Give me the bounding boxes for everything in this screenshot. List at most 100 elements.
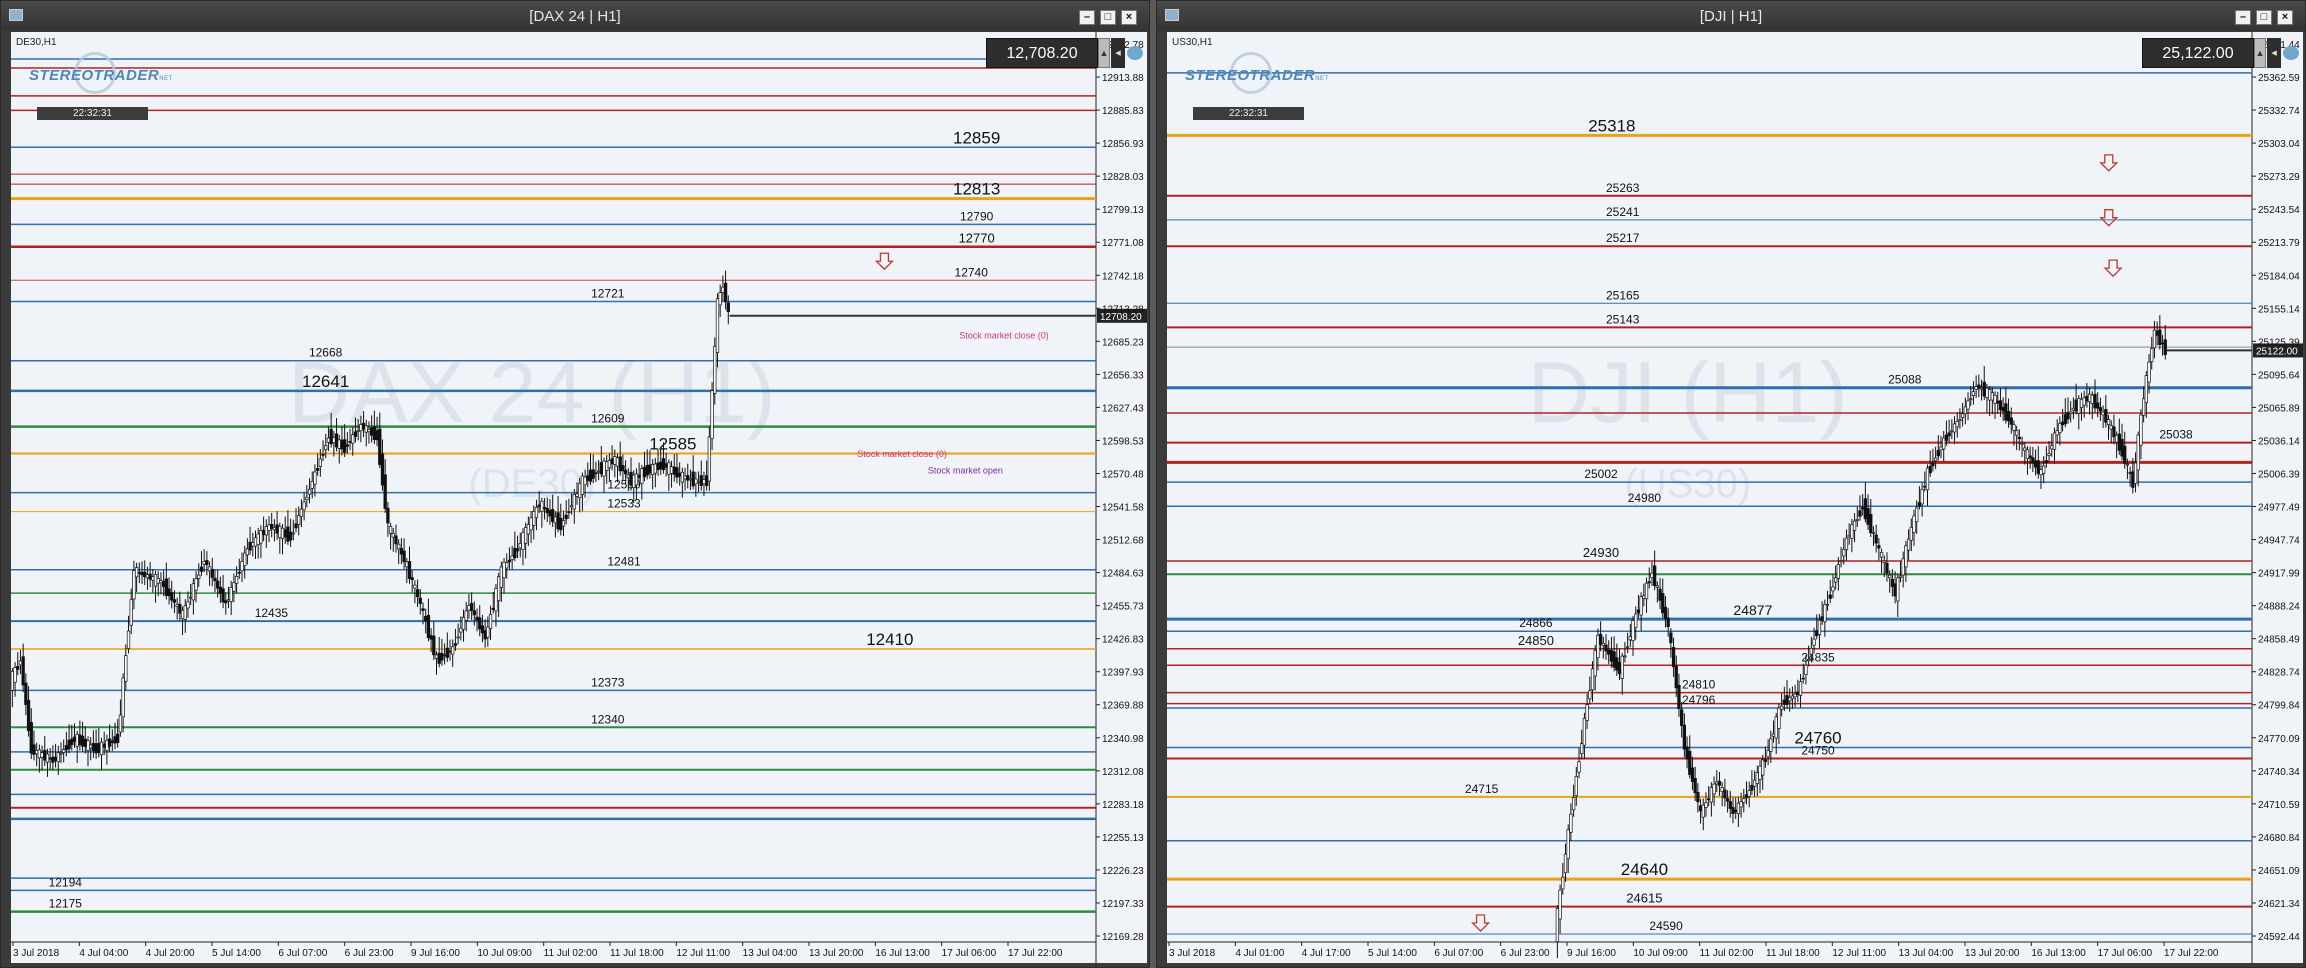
dji-chart-area[interactable]: DJI (H1) (US30) 25318 25263 25241 25217 25165 2… [1167, 32, 2303, 963]
level-label: 25318 [1588, 116, 1635, 135]
candle-body [407, 561, 412, 579]
candle-body [445, 647, 449, 658]
price-spinner[interactable]: ▲ [2254, 38, 2266, 68]
candle-body [80, 735, 85, 747]
candle-body [2012, 424, 2016, 431]
candle-body [2096, 402, 2100, 409]
close-button[interactable]: × [1121, 10, 1137, 25]
y-tick-label: 12656.33 [1102, 370, 1144, 381]
candle-body [64, 745, 69, 751]
candle-body [194, 578, 198, 591]
candle-body [321, 454, 325, 456]
dji-title-bar[interactable]: [DJI | H1] – □ × [1157, 1, 2305, 31]
dax-chart-svg[interactable]: DAX 24 (H1)(DE30)12859128131279012770127… [11, 32, 1147, 963]
candle-body [1852, 520, 1857, 531]
candle-body [45, 753, 50, 763]
candle-body [2101, 411, 2105, 416]
candle-body [2077, 398, 2081, 414]
dji-chart-window[interactable]: [DJI | H1] – □ × DJI (H1) (US30) 25318 2526… [1156, 0, 2306, 968]
candle-body [1915, 507, 1919, 523]
candle-body [599, 462, 603, 475]
candle-body [161, 580, 166, 588]
close-button[interactable]: × [2277, 10, 2293, 25]
dax-chart-window[interactable]: [DAX 24 | H1] – □ × DAX 24 (H1) (DE30) 128… [0, 0, 1150, 968]
minimize-button[interactable]: – [1079, 10, 1095, 25]
candle-body [613, 456, 617, 465]
candle-body [297, 515, 301, 525]
candle-body [575, 493, 579, 497]
level-label: 12790 [960, 209, 994, 223]
candle-body [1712, 783, 1716, 795]
level-label: 24980 [1628, 491, 1662, 505]
candle-body [1747, 790, 1751, 797]
stereotrader-logo: STEREOTRADERNET [29, 52, 189, 100]
level-label: 24750 [1801, 743, 1835, 757]
level-label: 25038 [2159, 428, 2193, 442]
candle-body [1850, 524, 1854, 539]
candle-body [361, 422, 366, 430]
candle-body [1844, 537, 1849, 551]
candle-body [1655, 585, 1659, 588]
logo-text: STEREOTRADER [29, 67, 160, 84]
candle-body [529, 517, 533, 531]
minimize-button[interactable]: – [2235, 10, 2251, 25]
collapse-arrow-icon[interactable]: ◂ [2267, 38, 2281, 68]
candle-body [2052, 432, 2057, 450]
dji-clock: 22:32:31 [1193, 107, 1304, 120]
dax-clock: 22:32:31 [37, 107, 148, 120]
candle-body [1836, 564, 1841, 579]
candle-body [559, 517, 563, 531]
level-label: 12175 [49, 897, 83, 911]
maximize-button[interactable]: □ [1100, 10, 1116, 25]
candle-body [1596, 635, 1600, 659]
dax-chart-area[interactable]: DAX 24 (H1) (DE30) 12859 12813 12790 12770 127… [11, 32, 1147, 963]
x-tick-label: 4 Jul 20:00 [146, 948, 195, 959]
candle-body [672, 466, 676, 475]
y-tick-label: 25065.89 [2258, 403, 2300, 414]
candle-body [183, 605, 187, 620]
candle-body [397, 543, 401, 550]
candle-body [532, 511, 536, 526]
candle-body [1561, 876, 1565, 890]
candle-body [2060, 421, 2065, 426]
x-tick-label: 6 Jul 23:00 [1501, 948, 1550, 959]
candle-body [35, 750, 39, 755]
dji-chart-svg[interactable]: DJI (H1)(US30)25318252632524125217251652… [1167, 32, 2303, 963]
candle-body [1717, 780, 1722, 786]
candle-body [2017, 436, 2022, 440]
candle-body [1690, 767, 1695, 782]
candle-body [40, 752, 44, 758]
candle-body [1617, 662, 1622, 675]
candle-body [391, 533, 395, 538]
eye-icon[interactable] [1127, 46, 1143, 60]
candle-body [2144, 375, 2148, 404]
candle-body [2136, 434, 2140, 471]
collapse-arrow-icon[interactable]: ◂ [1111, 38, 1125, 68]
candle-body [32, 744, 36, 755]
maximize-button[interactable]: □ [2256, 10, 2272, 25]
candle-body [178, 603, 182, 614]
candle-body [691, 471, 695, 487]
candle-body [1788, 697, 1792, 702]
candle-body [1677, 684, 1681, 710]
candle-body [548, 510, 552, 517]
candle-body [302, 501, 306, 511]
eye-icon[interactable] [2283, 46, 2299, 60]
dax-title-bar[interactable]: [DAX 24 | H1] – □ × [1, 1, 1149, 31]
candle-body [348, 441, 352, 443]
candle-body [591, 469, 595, 479]
x-tick-label: 4 Jul 01:00 [1235, 948, 1284, 959]
candle-body [205, 560, 209, 565]
candle-body [1898, 575, 1903, 578]
candle-body [669, 466, 674, 474]
candle-body [718, 292, 722, 306]
candle-body [256, 533, 260, 545]
candle-body [521, 532, 525, 550]
candle-body [70, 738, 74, 746]
price-spinner[interactable]: ▲ [1098, 38, 1110, 68]
dji-current-price[interactable]: 25,122.00 [2142, 38, 2254, 68]
level-label: 12481 [607, 555, 641, 569]
candle-body [1809, 647, 1813, 655]
dax-current-price[interactable]: 12,708.20 [986, 38, 1098, 68]
candle-body [1985, 387, 1989, 398]
